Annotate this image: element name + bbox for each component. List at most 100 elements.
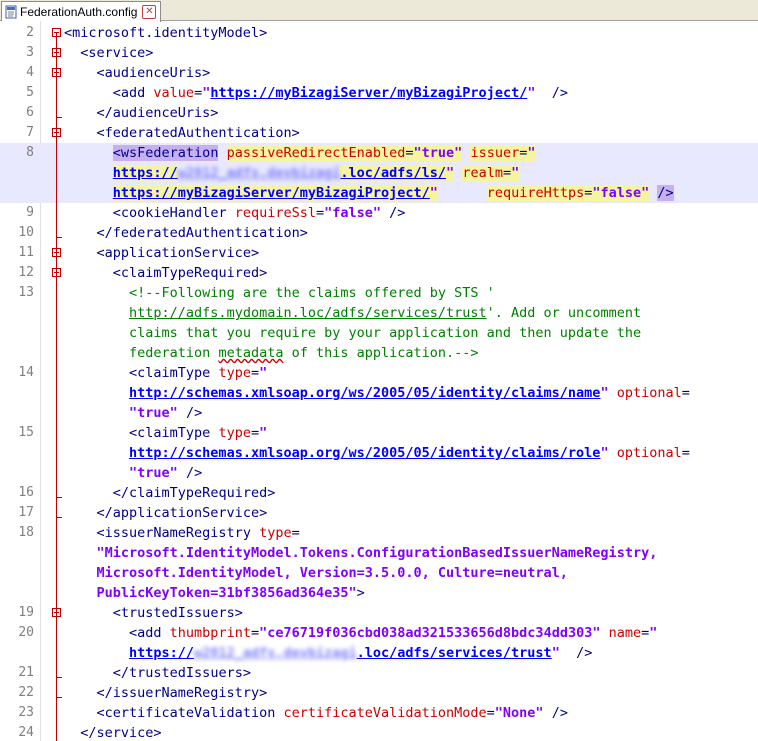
xml-attribute: optional — [616, 385, 682, 401]
code-line[interactable]: 14 <claimType type=" — [0, 363, 758, 383]
redacted-text: w2012_adfs.devbizagi — [177, 165, 341, 181]
xml-value: " — [600, 445, 609, 461]
code-line[interactable]: 17 </applicationService> — [0, 503, 758, 523]
code-text: <audienceUris> — [64, 63, 211, 83]
code-line[interactable]: 2 <microsoft.identityModel> — [0, 23, 758, 43]
code-line[interactable]: "true" /> — [0, 403, 758, 423]
code-line[interactable]: 9 <cookieHandler requireSsl="false" /> — [0, 203, 758, 223]
code-line[interactable]: 18 <issuerNameRegistry type= — [0, 523, 758, 543]
comment-text: <!--Following are the claims offered by … — [129, 285, 495, 301]
code-line[interactable]: 24 </service> — [0, 723, 758, 741]
code-line[interactable]: https://myBizagiServer/myBizagiProject/"… — [0, 183, 758, 203]
xml-attribute: requireSsl — [234, 205, 316, 221]
xml-tag: </trustedIssuers> — [112, 665, 251, 681]
code-line[interactable]: 20 <add thumbprint="ce76719f036cbd038ad3… — [0, 623, 758, 643]
xml-value: " — [649, 625, 658, 641]
code-line[interactable]: Microsoft.IdentityModel, Version=3.5.0.0… — [0, 563, 758, 583]
code-line[interactable]: http://schemas.xmlsoap.org/ws/2005/05/id… — [0, 443, 758, 463]
xml-tag: <issuerNameRegistry — [96, 525, 260, 541]
url-link: https:// — [129, 645, 195, 661]
code-line[interactable]: 23 <certificateValidation certificateVal… — [0, 703, 758, 723]
code-line[interactable]: 16 </claimTypeRequired> — [0, 483, 758, 503]
code-line[interactable]: http://schemas.xmlsoap.org/ws/2005/05/id… — [0, 383, 758, 403]
line-number: 19 — [18, 605, 34, 620]
xml-tag: <claimType — [129, 425, 219, 441]
line-number: 16 — [18, 485, 34, 500]
code-line[interactable]: 6 </audienceUris> — [0, 103, 758, 123]
code-editor[interactable]: 2 <microsoft.identityModel> 3 <service> 4 <… — [0, 21, 758, 741]
code-line[interactable]: 7 <federatedAuthentication> — [0, 123, 758, 143]
code-text: <certificateValidation certificateValida… — [64, 703, 568, 723]
code-line[interactable]: 13 <!--Following are the claims offered … — [0, 283, 758, 303]
comment-text: of this application.--> — [283, 345, 479, 361]
code-text: federation metadata of this application.… — [64, 343, 479, 363]
code-line[interactable]: 11 <applicationService> — [0, 243, 758, 263]
xml-attribute: requireHttps — [486, 185, 585, 201]
xml-tag: <cookieHandler — [112, 205, 235, 221]
xml-tag: /> — [177, 405, 203, 421]
xml-attribute: realm — [462, 165, 503, 181]
code-text: <!--Following are the claims offered by … — [64, 283, 495, 303]
xml-value: PublicKeyToken=31bf3856ad364e35" — [96, 585, 357, 601]
line-number: 5 — [26, 85, 34, 100]
xml-tag: = — [250, 625, 260, 641]
xml-tag: <wsFederation — [112, 145, 219, 161]
code-line[interactable]: PublicKeyToken=31bf3856ad364e35"> — [0, 583, 758, 603]
close-icon[interactable]: ✕ — [142, 5, 157, 19]
line-number: 10 — [18, 225, 34, 240]
code-text: <claimType type=" — [64, 363, 267, 383]
line-number: 7 — [26, 125, 34, 140]
code-line[interactable]: 8 <wsFederation passiveRedirectEnabled="… — [0, 143, 758, 163]
line-number: 3 — [26, 45, 34, 60]
code-text: <service> — [64, 43, 153, 63]
code-text: "true" /> — [64, 463, 202, 483]
xml-tag: <certificateValidation — [96, 705, 284, 721]
code-line[interactable]: 21 </trustedIssuers> — [0, 663, 758, 683]
code-line[interactable]: "true" /> — [0, 463, 758, 483]
code-line[interactable]: "Microsoft.IdentityModel.Tokens.Configur… — [0, 543, 758, 563]
code-line[interactable]: 12 <claimTypeRequired> — [0, 263, 758, 283]
tab-federationauth-config[interactable]: FederationAuth.config ✕ — [1, 1, 162, 22]
xml-value: "Microsoft.IdentityModel.Tokens.Configur… — [96, 545, 658, 561]
code-line[interactable]: https://w2012_adfs.devbizagi.loc/adfs/se… — [0, 643, 758, 663]
code-text: "Microsoft.IdentityModel.Tokens.Configur… — [64, 543, 658, 563]
xml-value: "true" — [413, 145, 463, 161]
code-text: PublicKeyToken=31bf3856ad364e35"> — [64, 583, 365, 603]
code-text: <wsFederation passiveRedirectEnabled="tr… — [64, 143, 536, 163]
code-text: <federatedAuthentication> — [64, 123, 300, 143]
code-text: https://w2012_adfs.devbizagi.loc/adfs/ls… — [64, 163, 520, 183]
fold-end-marker — [56, 497, 62, 498]
code-line[interactable]: federation metadata of this application.… — [0, 343, 758, 363]
code-text: https://myBizagiServer/myBizagiProject/"… — [64, 183, 674, 203]
code-line[interactable]: 3 <service> — [0, 43, 758, 63]
xml-tag: </claimTypeRequired> — [112, 485, 276, 501]
code-line[interactable]: https://w2012_adfs.devbizagi.loc/adfs/ls… — [0, 163, 758, 183]
code-line[interactable]: 10 </federatedAuthentication> — [0, 223, 758, 243]
code-line[interactable]: 22 </issuerNameRegistry> — [0, 683, 758, 703]
code-line[interactable]: claims that you require by your applicat… — [0, 323, 758, 343]
url-link: .loc/adfs/services/trust — [356, 645, 552, 661]
code-line[interactable]: http://adfs.mydomain.loc/adfs/services/t… — [0, 303, 758, 323]
code-line[interactable]: 15 <claimType type=" — [0, 423, 758, 443]
code-line[interactable]: 5 <add value="https://myBizagiServer/myB… — [0, 83, 758, 103]
xml-tag: <audienceUris> — [96, 65, 211, 81]
xml-value: " — [511, 165, 520, 181]
code-line[interactable]: 4 <audienceUris> — [0, 63, 758, 83]
code-line[interactable]: 19 <trustedIssuers> — [0, 603, 758, 623]
xml-tag: <add — [112, 85, 154, 101]
